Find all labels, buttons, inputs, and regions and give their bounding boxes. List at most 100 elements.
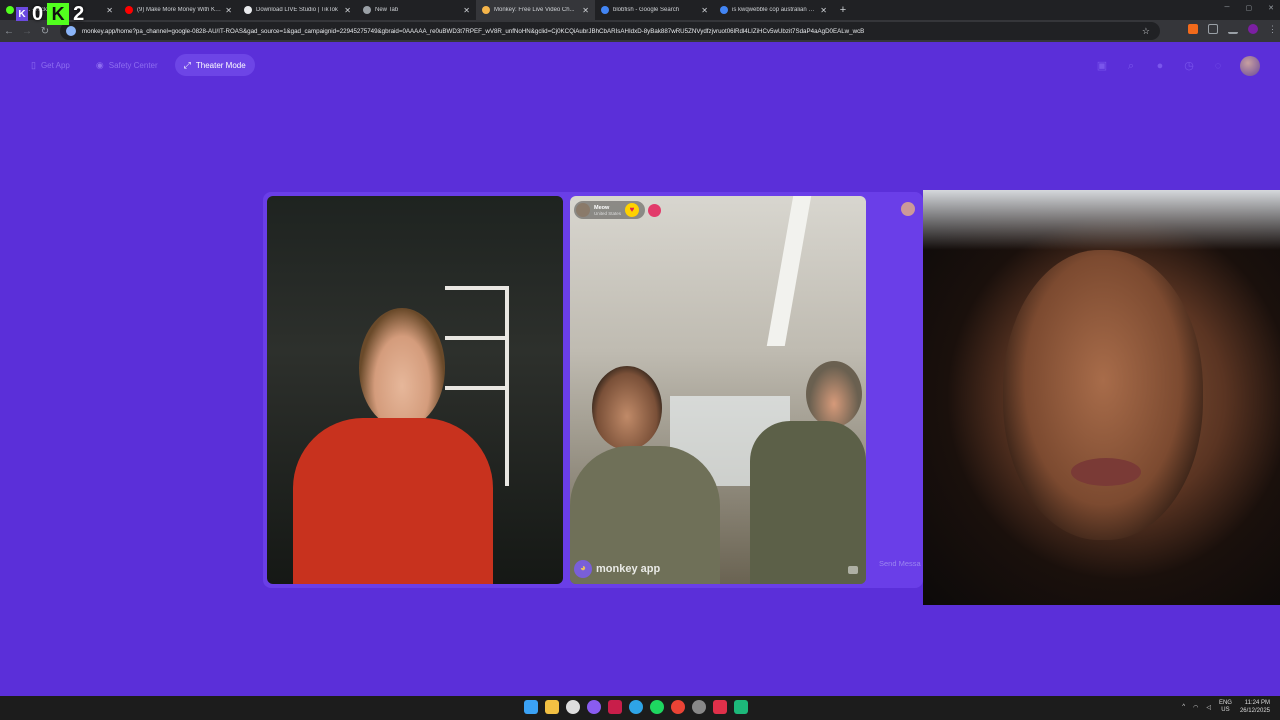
clock[interactable]: 11:24 PM 26/12/2025 [1240,699,1270,715]
browser-tab[interactable]: is kwqwebble cop australian - G... ✕ [714,0,833,20]
system-tray: ^ ◠ ◁ ENG US 11:24 PM 26/12/2025 [1182,699,1270,715]
discord-icon[interactable] [587,700,601,714]
app-green-icon[interactable] [734,700,748,714]
right-score: 2 [73,2,85,25]
gift-icon[interactable] [648,203,662,217]
soldier-head [592,366,662,450]
minimize-icon[interactable]: ─ [1225,4,1230,12]
red-jersey [293,418,493,584]
kick-logo: K [47,3,70,25]
tab-close-icon[interactable]: ✕ [225,6,232,15]
tab-close-icon[interactable]: ✕ [106,6,113,15]
lips [1071,458,1141,486]
soldier-head-2 [806,361,862,427]
language-indicator[interactable]: ENG US [1219,700,1232,714]
extension-icon[interactable] [1188,24,1198,34]
avatar[interactable] [1240,56,1260,76]
taskbar-apps [524,700,748,714]
start-icon[interactable] [524,700,538,714]
chat-icon[interactable]: ◌ [1211,59,1225,73]
theater-mode-button[interactable]: ⤢ Theater Mode [174,54,255,76]
tab-favicon-icon [363,6,371,14]
safety-center-label: Safety Center [108,60,158,70]
watermark-text: monkey app [596,563,661,575]
shop-icon[interactable]: ▣ [1095,59,1109,73]
new-tab-button[interactable]: + [833,4,853,16]
tiktok-live-icon[interactable] [713,700,727,714]
send-message-input[interactable]: Send Messa [879,559,921,568]
get-app-button[interactable]: ▯ Get App [22,54,79,76]
tab-favicon-icon [720,6,728,14]
file-explorer-icon[interactable] [545,700,559,714]
facecam-background [923,190,1280,250]
volume-icon[interactable]: ◁ [1206,704,1211,711]
obs-icon[interactable] [692,700,706,714]
tab-close-icon[interactable]: ✕ [463,6,470,15]
kick-vote-icon: K [16,7,28,21]
search-icon[interactable]: ⌕ [1124,59,1138,73]
spotify-icon[interactable] [650,700,664,714]
omnibox[interactable]: monkey.app/home?pa_channel=google-0828-A… [60,22,1160,40]
peer-avatar [576,203,590,217]
heart-icon[interactable]: ♥ [625,203,640,217]
wifi-icon[interactable]: ◠ [1193,704,1198,711]
safety-center-button[interactable]: ◉ Safety Center [87,54,167,76]
phone-icon: ▯ [31,59,36,70]
region-text: US [1221,707,1230,713]
app-icon[interactable] [608,700,622,714]
shelf [445,386,507,390]
chat-avatar [901,202,915,216]
chat-panel: Send Messa [873,196,923,584]
edge-icon[interactable] [629,700,643,714]
download-icon[interactable] [1228,24,1238,34]
windows-taskbar: ^ ◠ ◁ ENG US 11:24 PM 26/12/2025 [0,696,1280,720]
maximize-icon[interactable]: ▢ [1246,4,1253,12]
mouse-app-icon[interactable] [566,700,580,714]
coin-icon[interactable]: ● [1153,59,1167,73]
tab-title: Download LIVE Studio | TikTok [256,7,338,13]
history-icon[interactable]: ◷ [1182,59,1196,73]
profile-icon[interactable] [1248,24,1258,34]
close-icon[interactable]: ✕ [1268,4,1274,12]
tab-close-icon[interactable]: ✕ [820,6,827,15]
chrome-icon[interactable] [671,700,685,714]
browser-tab[interactable]: Download LIVE Studio | TikTok ✕ [238,0,357,20]
url-text[interactable]: monkey.app/home?pa_channel=google-0828-A… [82,28,864,35]
browser-tab[interactable]: New Tab ✕ [357,0,476,20]
tab-close-icon[interactable]: ✕ [582,6,589,15]
tab-close-icon[interactable]: ✕ [701,6,708,15]
peer-country: United States [594,210,622,216]
monkey-watermark: ◕ monkey app [574,560,660,578]
theater-mode-label: Theater Mode [195,60,246,70]
tab-favicon-icon [482,6,490,14]
tab-title: is kwqwebble cop australian - G... [732,7,817,13]
tab-title: New Tab [375,7,399,13]
date-text: 26/12/2025 [1239,708,1270,714]
bookmark-star-icon[interactable]: ☆ [1142,26,1150,37]
streamer-facecam [923,190,1280,605]
lang-text: ENG [1218,700,1232,706]
captions-icon[interactable] [848,566,858,574]
shelf-side [505,286,509,486]
soldier-uniform-2 [750,421,866,584]
browser-tab[interactable]: (9) Make More Money With Ki... ✕ [119,0,238,20]
window-controls: ─ ▢ ✕ [1225,4,1274,12]
menu-icon[interactable]: ⋮ [1268,24,1277,34]
shield-icon: ◉ [95,59,104,70]
chevron-up-icon[interactable]: ^ [1182,704,1185,710]
video-stage: Meow United States ♥ ◕ monkey app [263,192,923,588]
browser-tab[interactable]: blobfish - Google Search ✕ [595,0,714,20]
extensions-area: ⋮ [1188,24,1277,34]
browser-tab[interactable]: Monkey: Free Live Video Ch... ✕ [476,0,595,20]
ceiling-light [766,196,812,346]
tab-favicon-icon [125,6,133,14]
time-text: 11:24 PM [1244,700,1270,706]
peer-tag[interactable]: Meow United States ♥ [574,201,662,219]
tab-strip: Str... - Kick Stream ✕ (9) Make More Money… [0,0,833,20]
puzzle-icon[interactable] [1208,24,1218,34]
app-top-right-icons: ▣ ⌕ ● ◷ ◌ [1095,56,1260,76]
expand-icon: ⤢ [183,59,191,70]
left-score: 0 [32,2,44,25]
tab-close-icon[interactable]: ✕ [344,6,351,15]
app-top-left-nav: ▯ Get App ◉ Safety Center ⤢ Theater Mode [22,54,255,76]
